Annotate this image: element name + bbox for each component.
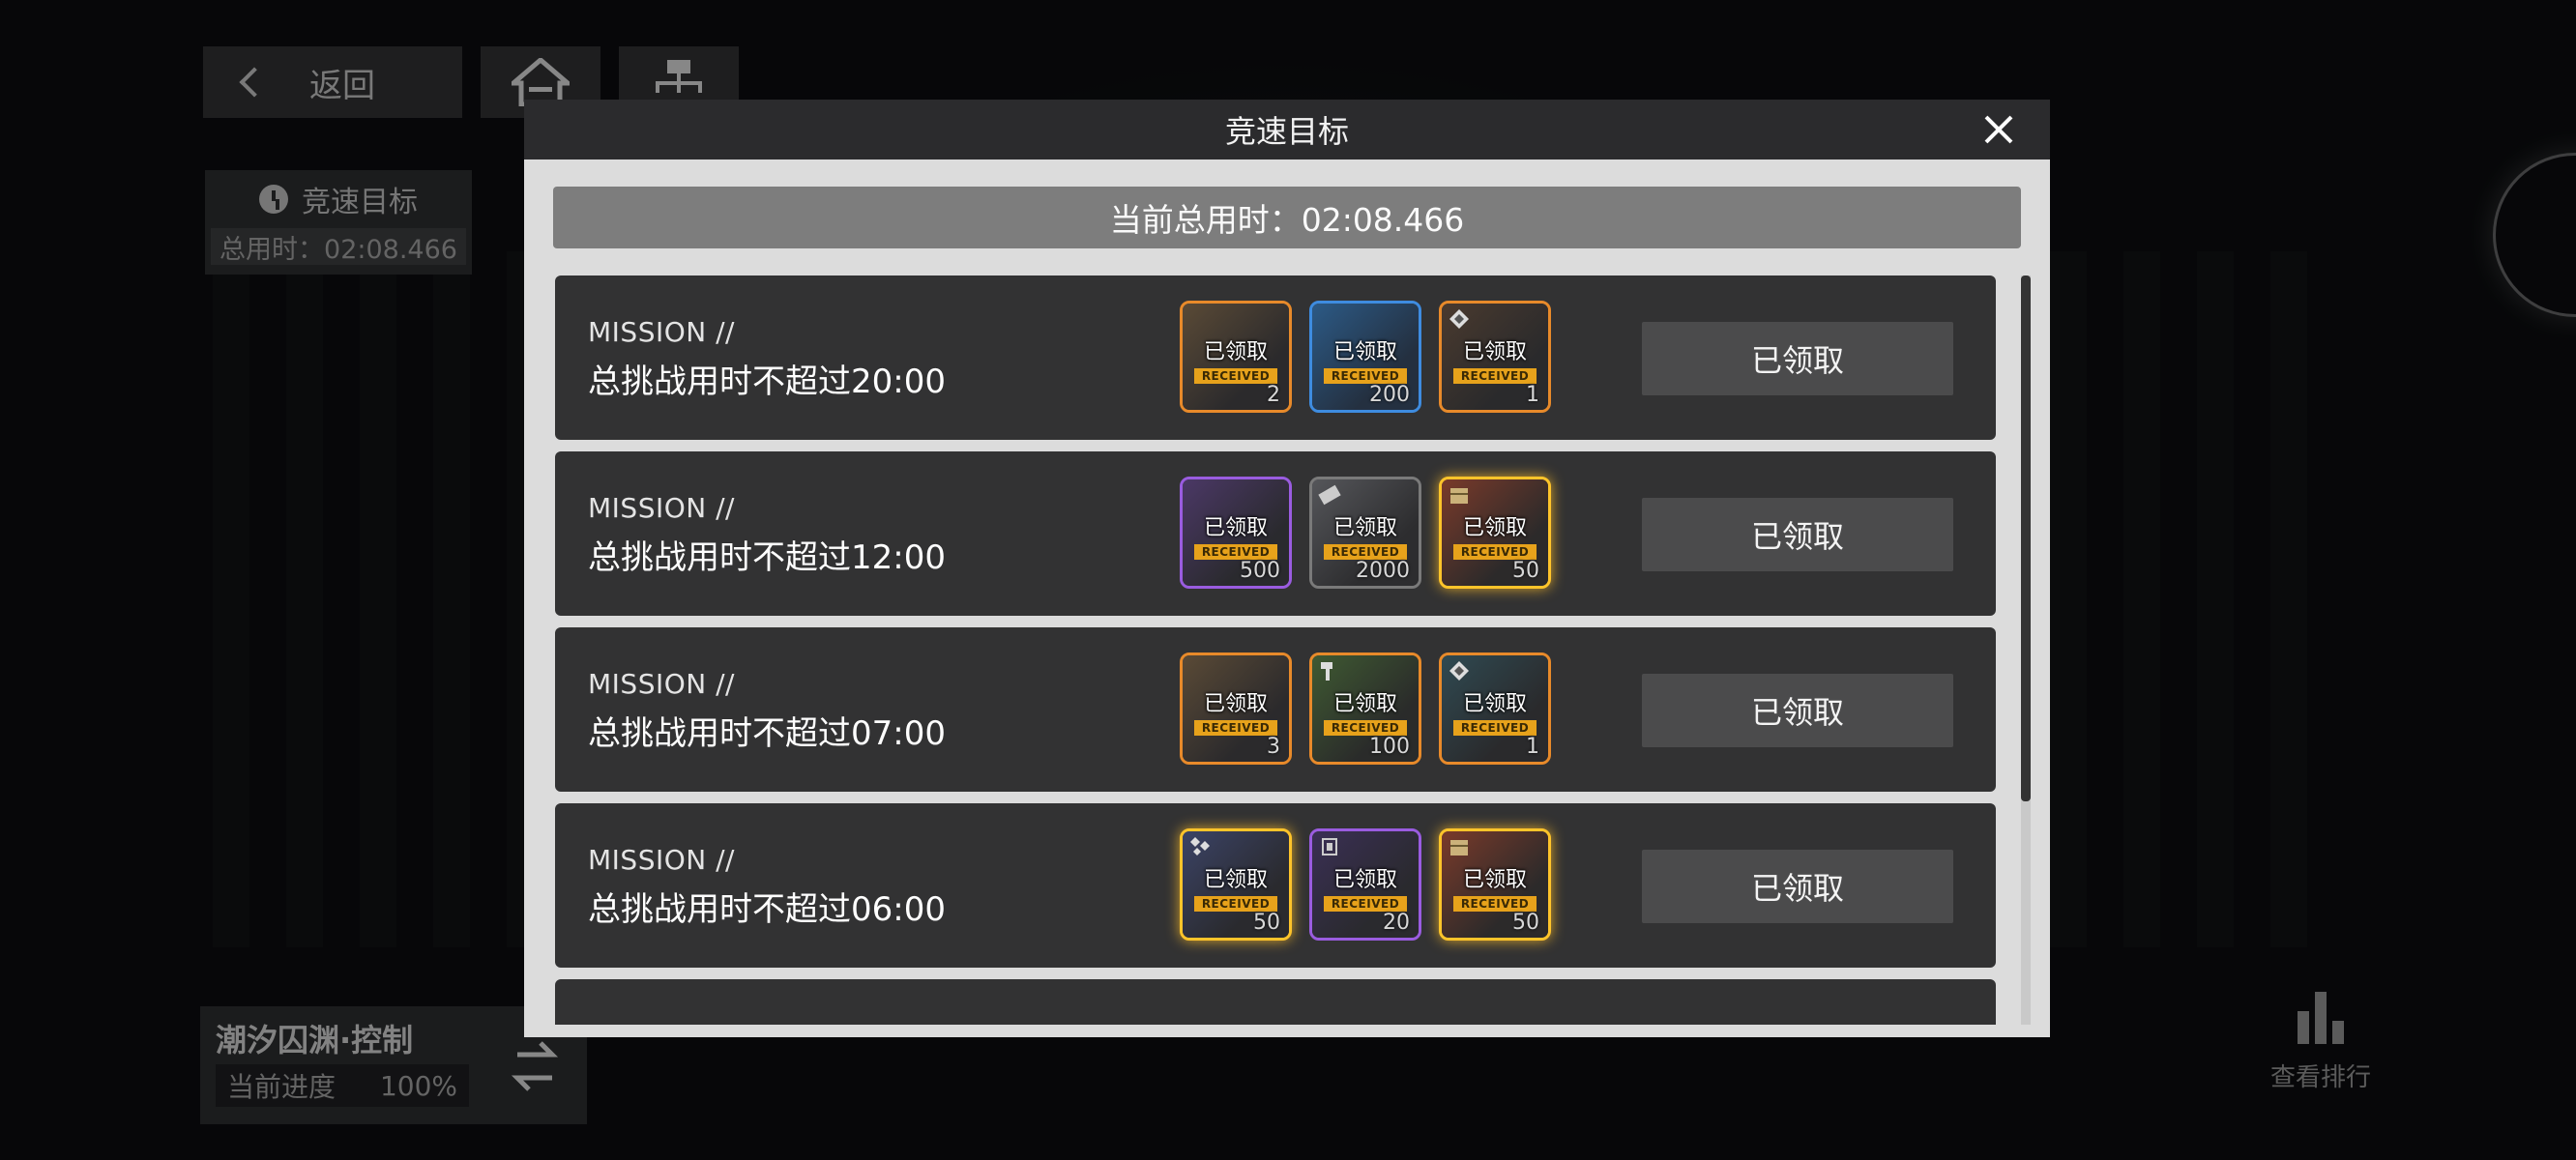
hammer-badge-icon [1321, 662, 1332, 681]
reward-list: 已领取 RECEIVED 500 已领取 RECEIVED 2000 已领取 RECE… [1180, 477, 1551, 589]
mission-title: 总挑战用时不超过07:00 [588, 714, 946, 753]
dialog-header: 竞速目标 [524, 100, 2050, 160]
received-tag: RECEIVED [1323, 720, 1408, 736]
received-tag: RECEIVED [1452, 368, 1537, 384]
reward-qty: 1 [1526, 383, 1539, 407]
reward-qty: 3 [1267, 735, 1280, 759]
claimed-button[interactable]: 已领取 [1642, 498, 1953, 571]
chip-badge-icon [1322, 838, 1337, 856]
mission-row: MISSION // 总挑战用时不超过06:00 已领取 RECEIVED 50 … [555, 803, 1996, 968]
mission-list[interactable]: MISSION // 总挑战用时不超过20:00 已领取 RECEIVED 2 已… [555, 276, 1996, 1025]
mission-label: MISSION // [588, 316, 735, 348]
mission-row: MISSION // 总挑战用时不超过07:00 已领取 RECEIVED 3 已… [555, 627, 1996, 792]
reward-list: 已领取 RECEIVED 3 已领取 RECEIVED 100 已领取 RECEIVE… [1180, 652, 1551, 765]
received-label: 已领取 [1203, 868, 1268, 892]
reward-item[interactable]: 已领取 RECEIVED 2 [1180, 301, 1292, 413]
received-tag: RECEIVED [1452, 896, 1537, 912]
received-tag: RECEIVED [1193, 368, 1278, 384]
mission-row: MISSION // 总挑战用时不超过20:00 已领取 RECEIVED 2 已… [555, 276, 1996, 440]
received-label: 已领取 [1462, 340, 1527, 364]
received-tag: RECEIVED [1193, 720, 1278, 736]
received-label: 已领取 [1203, 340, 1268, 364]
received-tag: RECEIVED [1452, 720, 1537, 736]
reward-qty: 500 [1240, 559, 1280, 583]
mission-row-partial [555, 979, 1996, 1025]
reward-item[interactable]: 已领取 RECEIVED 2000 [1309, 477, 1421, 589]
scrollbar-thumb[interactable] [2021, 276, 2031, 801]
received-tag: RECEIVED [1323, 896, 1408, 912]
reward-list: 已领取 RECEIVED 50 已领取 RECEIVED 20 已领取 RECEIVE… [1180, 828, 1551, 941]
received-label: 已领取 [1332, 692, 1397, 716]
reward-qty: 1 [1526, 735, 1539, 759]
reward-qty: 50 [1512, 559, 1539, 583]
reward-qty: 2 [1267, 383, 1280, 407]
mission-label: MISSION // [588, 668, 735, 700]
diamond-badge-icon [1449, 309, 1469, 329]
crate-badge-icon [1450, 488, 1468, 504]
received-label: 已领取 [1462, 868, 1527, 892]
claimed-button[interactable]: 已领取 [1642, 850, 1953, 923]
diamond-badge-icon [1449, 661, 1469, 681]
ticket-badge-icon [1318, 484, 1341, 506]
current-total-time: 当前总用时：02:08.466 [553, 187, 2021, 248]
reward-item[interactable]: 已领取 RECEIVED 1 [1439, 652, 1551, 765]
reward-qty: 50 [1253, 911, 1280, 935]
reward-list: 已领取 RECEIVED 2 已领取 RECEIVED 200 已领取 RECEIVE… [1180, 301, 1551, 413]
reward-item[interactable]: 已领取 RECEIVED 1 [1439, 301, 1551, 413]
reward-qty: 100 [1369, 735, 1410, 759]
reward-item[interactable]: 已领取 RECEIVED 100 [1309, 652, 1421, 765]
reward-item[interactable]: 已领取 RECEIVED 500 [1180, 477, 1292, 589]
received-label: 已领取 [1203, 692, 1268, 716]
received-label: 已领取 [1332, 340, 1397, 364]
reward-item[interactable]: 已领取 RECEIVED 50 [1439, 477, 1551, 589]
claimed-button[interactable]: 已领取 [1642, 674, 1953, 747]
received-tag: RECEIVED [1193, 896, 1278, 912]
received-tag: RECEIVED [1323, 368, 1408, 384]
received-tag: RECEIVED [1323, 544, 1408, 560]
received-label: 已领取 [1462, 516, 1527, 540]
mission-title: 总挑战用时不超过12:00 [588, 538, 946, 577]
received-tag: RECEIVED [1193, 544, 1278, 560]
crate-badge-icon [1450, 840, 1468, 856]
mission-title: 总挑战用时不超过20:00 [588, 362, 946, 401]
reward-qty: 20 [1383, 911, 1410, 935]
mission-label: MISSION // [588, 844, 735, 876]
received-label: 已领取 [1332, 516, 1397, 540]
race-target-dialog: 竞速目标 当前总用时：02:08.466 MISSION // 总挑战用时不超过… [524, 100, 2050, 1037]
reward-item[interactable]: 已领取 RECEIVED 20 [1309, 828, 1421, 941]
mission-title: 总挑战用时不超过06:00 [588, 890, 946, 929]
close-icon[interactable] [1982, 113, 2015, 146]
mission-label: MISSION // [588, 492, 735, 524]
received-label: 已领取 [1332, 868, 1397, 892]
reward-qty: 50 [1512, 911, 1539, 935]
reward-item[interactable]: 已领取 RECEIVED 3 [1180, 652, 1292, 765]
reward-item[interactable]: 已领取 RECEIVED 200 [1309, 301, 1421, 413]
mission-row: MISSION // 总挑战用时不超过12:00 已领取 RECEIVED 500… [555, 451, 1996, 616]
reward-qty: 200 [1369, 383, 1410, 407]
received-tag: RECEIVED [1452, 544, 1537, 560]
claimed-button[interactable]: 已领取 [1642, 322, 1953, 395]
reward-item[interactable]: 已领取 RECEIVED 50 [1180, 828, 1292, 941]
dialog-title: 竞速目标 [1224, 113, 1349, 150]
reward-item[interactable]: 已领取 RECEIVED 50 [1439, 828, 1551, 941]
gem-cluster-badge-icon [1190, 837, 1210, 856]
reward-qty: 2000 [1356, 559, 1410, 583]
received-label: 已领取 [1203, 516, 1268, 540]
received-label: 已领取 [1462, 692, 1527, 716]
